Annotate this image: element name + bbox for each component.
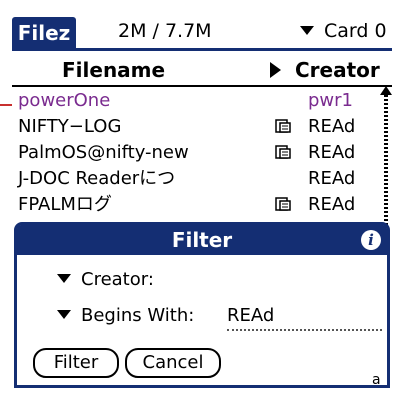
file-name: J-DOC Readerにつ (18, 168, 176, 189)
info-icon[interactable]: i (361, 230, 381, 250)
list-item[interactable]: FPALMログ REAd (12, 192, 374, 218)
cancel-button[interactable]: Cancel (125, 348, 221, 378)
lock-icon (275, 197, 291, 211)
graffiti-shift-indicator: a (372, 372, 381, 388)
triangle-down-icon (300, 26, 314, 35)
header-divider (12, 85, 392, 87)
triangle-down-icon (57, 310, 71, 319)
list-item[interactable]: powerOne pwr1 (12, 88, 374, 114)
file-creator: REAd (308, 116, 356, 137)
triangle-down-icon (57, 274, 71, 283)
creator-trigger[interactable]: Creator: (57, 269, 154, 290)
list-item[interactable]: J-DOC Readerにつ REAd (12, 166, 374, 192)
file-name: NIFTY−LOG (18, 116, 122, 137)
file-creator: REAd (308, 142, 356, 163)
creator-label: Creator: (81, 269, 154, 290)
filter-button[interactable]: Filter (33, 348, 119, 378)
dialog-titlebar: Filter i (17, 225, 387, 255)
file-name: powerOne (18, 90, 111, 111)
file-creator: pwr1 (308, 90, 353, 111)
scrollbar-track[interactable] (384, 95, 388, 225)
app-title[interactable]: Filez (12, 17, 76, 49)
file-name: PalmOS@nifty-new (18, 142, 189, 163)
dialog-title: Filter (171, 228, 233, 252)
filter-dialog: Filter i Creator: Begins With: REAd Filt… (14, 222, 390, 388)
column-header-filename[interactable]: Filename (62, 58, 165, 82)
triangle-right-icon (270, 62, 281, 78)
selection-marker (0, 104, 12, 106)
begins-with-trigger[interactable]: Begins With: (57, 305, 194, 326)
column-header-creator-label: Creator (295, 58, 380, 82)
lock-icon (275, 119, 291, 133)
column-header-creator[interactable]: Creator (270, 58, 380, 82)
file-name: FPALMログ (18, 194, 112, 215)
lock-icon (275, 145, 291, 159)
title-divider (12, 48, 392, 51)
list-item[interactable]: NIFTY−LOG REAd (12, 114, 374, 140)
begins-with-label: Begins With: (81, 305, 195, 326)
begins-with-field[interactable]: REAd (227, 303, 382, 331)
card-select-label: Card 0 (324, 20, 387, 42)
file-creator: REAd (308, 194, 356, 215)
file-creator: REAd (308, 168, 356, 189)
card-select[interactable]: Card 0 (300, 20, 387, 42)
list-item[interactable]: PalmOS@nifty-new REAd (12, 140, 374, 166)
scroll-up-arrow-icon[interactable] (380, 86, 392, 95)
memory-usage: 2M / 7.7M (118, 20, 212, 42)
